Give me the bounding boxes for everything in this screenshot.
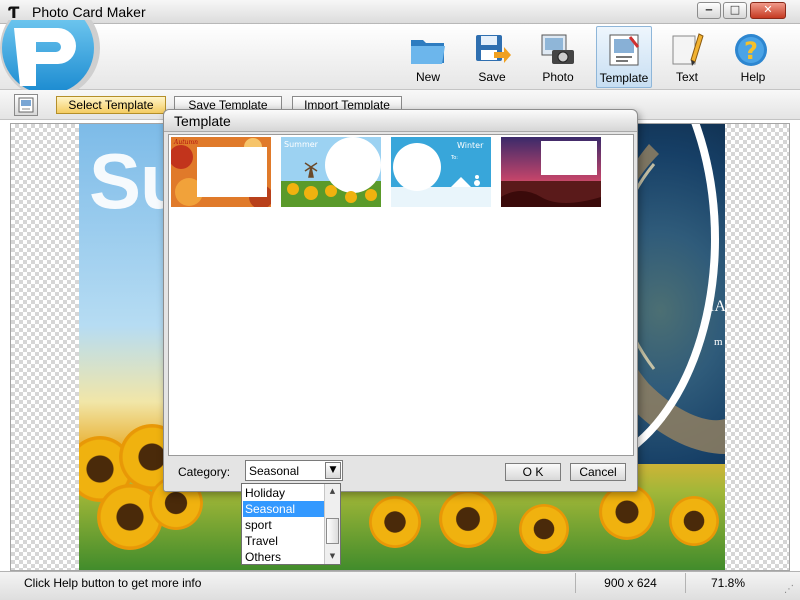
dialog-footer: Category: Seasonal ▼ O K Cancel — [168, 457, 634, 489]
svg-text:?: ? — [744, 37, 758, 65]
status-message: Click Help button to get more info — [24, 576, 202, 590]
category-select[interactable]: Seasonal ▼ — [245, 460, 343, 481]
category-option-seasonal[interactable]: Seasonal — [243, 501, 324, 517]
resize-grip-icon[interactable]: ⋰ — [784, 584, 796, 596]
new-tool-label: New — [415, 70, 440, 84]
template-settings-icon[interactable] — [14, 94, 38, 116]
category-selected-value: Seasonal — [249, 464, 300, 478]
zoom-level: 71.8% — [685, 573, 770, 593]
cancel-button[interactable]: Cancel — [570, 463, 626, 481]
template-thumbnail-autumn[interactable]: Autumn — [171, 137, 271, 207]
select-template-button[interactable]: Select Template — [56, 96, 166, 114]
help-question-icon: ? — [735, 34, 767, 66]
minimize-button[interactable]: ‒ — [697, 2, 721, 19]
template-summer-caption: Summer — [284, 140, 319, 149]
template-dialog: Template Autumn Summer Winter To: Catego… — [163, 109, 638, 492]
dialog-title: Template — [164, 110, 637, 132]
app-logo-icon: Ƭ — [8, 3, 20, 22]
category-option-travel[interactable]: Travel — [243, 533, 324, 549]
template-icon — [609, 34, 640, 66]
template-thumbnail-summer[interactable]: Summer — [281, 137, 381, 207]
help-tool-button[interactable]: ? Help — [725, 26, 781, 88]
help-tool-label: Help — [740, 70, 766, 84]
new-tool-button[interactable]: New — [400, 26, 456, 88]
chevron-down-icon[interactable]: ▼ — [325, 462, 341, 479]
close-button[interactable]: ✕ — [750, 2, 786, 19]
folder-icon — [411, 40, 445, 64]
template-tool-label: Template — [599, 71, 649, 85]
category-option-holiday[interactable]: Holiday — [243, 485, 324, 501]
photo-tool-label: Photo — [542, 70, 574, 84]
template-thumbnail-winter[interactable]: Winter To: — [391, 137, 491, 207]
category-dropdown-list: Holiday Seasonal sport Travel Others ▲ ▼ — [241, 483, 341, 565]
photo-tool-button[interactable]: Photo — [530, 26, 586, 88]
sunflower-decoration — [519, 504, 569, 554]
text-tool-button[interactable]: Text — [659, 26, 715, 88]
template-gallery: Autumn Summer Winter To: — [168, 134, 634, 456]
template-winter-subcaption: To: — [450, 155, 458, 161]
save-tool-button[interactable]: Save — [464, 26, 520, 88]
category-label: Category: — [178, 465, 231, 479]
window-title: Photo Card Maker — [32, 4, 146, 20]
template-thumbnail-night-meadow[interactable] — [501, 137, 601, 207]
sunflower-decoration — [439, 490, 497, 548]
ribbon-toolbar: New Save Photo Template Text ? Help — [0, 20, 800, 90]
text-tool-label: Text — [675, 70, 698, 84]
category-option-sport[interactable]: sport — [243, 517, 324, 533]
scroll-up-icon[interactable]: ▲ — [326, 485, 339, 497]
camera-icon — [541, 34, 574, 64]
template-winter-caption: Winter — [457, 141, 484, 150]
brand-logo-icon — [0, 20, 100, 90]
sunflower-decoration — [669, 496, 719, 546]
floppy-disk-icon — [476, 35, 511, 63]
category-option-others[interactable]: Others — [243, 549, 324, 565]
dropdown-scrollbar[interactable]: ▲ ▼ — [324, 484, 340, 564]
scrollbar-thumb[interactable] — [326, 518, 339, 544]
sunflower-decoration — [599, 484, 655, 540]
title-bar: Ƭ Photo Card Maker ‒ □ ✕ — [0, 0, 800, 24]
card-overlay-subtext: m — [714, 336, 723, 348]
pencil-text-icon — [672, 33, 704, 66]
ok-button[interactable]: O K — [505, 463, 561, 481]
status-bar: Click Help button to get more info 900 x… — [0, 571, 800, 600]
save-tool-label: Save — [478, 70, 506, 84]
canvas-dimensions: 900 x 624 — [575, 573, 685, 593]
scroll-down-icon[interactable]: ▼ — [326, 550, 339, 562]
maximize-button[interactable]: □ — [723, 2, 747, 19]
template-tool-button[interactable]: Template — [596, 26, 652, 88]
template-autumn-caption: Autumn — [173, 139, 198, 146]
sunflower-decoration — [369, 496, 421, 548]
